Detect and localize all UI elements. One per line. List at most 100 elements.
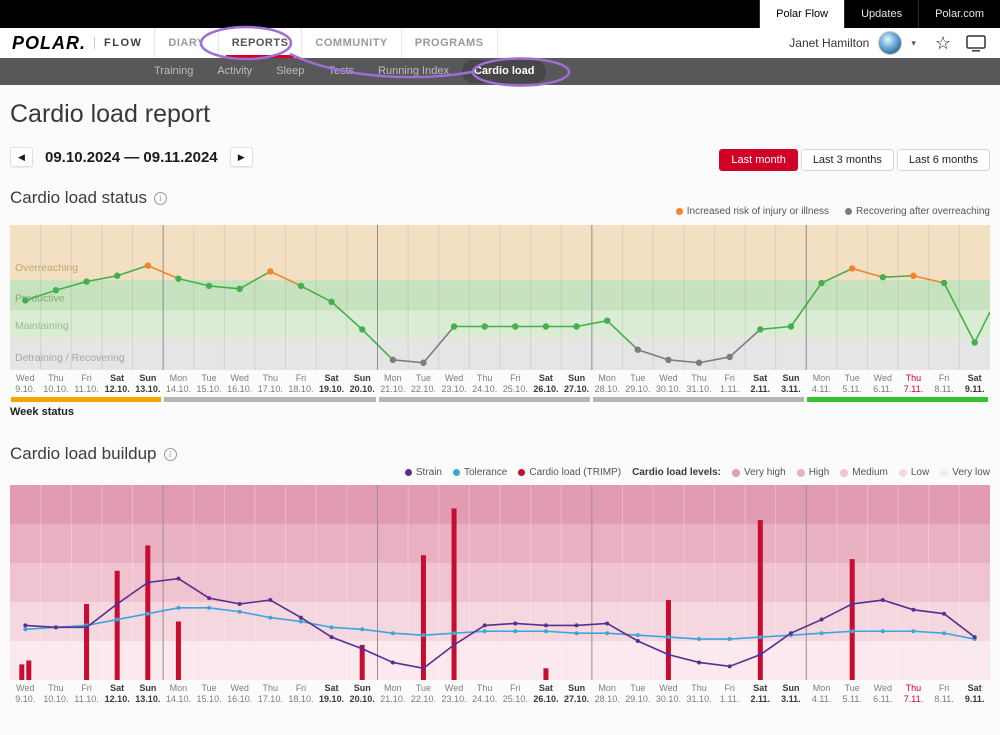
status-point — [788, 323, 794, 329]
display-icon[interactable] — [966, 35, 986, 52]
top-bar: Polar Flow Updates Polar.com — [0, 0, 1000, 28]
topbar-link-polar-flow[interactable]: Polar Flow — [759, 0, 844, 28]
strain-point — [758, 653, 762, 657]
legend-item-medium: Medium — [840, 467, 888, 478]
legend-item-high: High — [797, 467, 830, 478]
red-dot-icon — [518, 469, 525, 476]
legend-label: Very high — [744, 467, 786, 478]
status-point — [206, 283, 212, 289]
status-point — [236, 286, 242, 292]
x-axis-label: Tue29.10. — [623, 683, 654, 705]
prev-period-button[interactable]: ◀ — [10, 147, 33, 167]
chevron-down-icon[interactable]: ▾ — [911, 38, 916, 49]
x-axis-label: Thu24.10. — [469, 373, 500, 395]
x-axis-label: Tue22.10. — [408, 373, 439, 395]
avatar[interactable] — [878, 31, 902, 55]
legend-label: Low — [911, 467, 929, 478]
legend-label: Strain — [416, 467, 442, 478]
subnav-item-training[interactable]: Training — [143, 58, 204, 85]
subnav-item-tests[interactable]: Tests — [317, 58, 365, 85]
strain-point — [605, 621, 609, 625]
subnav-item-running-index[interactable]: Running Index — [367, 58, 460, 85]
legend-item-trimp: Cardio load (TRIMP) — [518, 467, 621, 478]
tolerance-point — [850, 629, 854, 633]
last-month-button[interactable]: Last month — [719, 149, 797, 171]
status-point — [512, 323, 518, 329]
last-6-months-button[interactable]: Last 6 months — [897, 149, 990, 171]
reports-subnav: Training Activity Sleep Tests Running In… — [0, 58, 1000, 85]
info-icon[interactable]: i — [164, 448, 177, 461]
x-axis-label: Thu24.10. — [469, 683, 500, 705]
tolerance-point — [544, 629, 548, 633]
legend-label: Tolerance — [464, 467, 507, 478]
info-icon[interactable]: i — [154, 192, 167, 205]
x-axis-label: Sat12.10. — [102, 373, 133, 395]
tolerance-point — [452, 631, 456, 635]
week-status-segment — [164, 397, 375, 402]
x-axis-label: Sun20.10. — [347, 683, 378, 705]
x-axis-label: Thu31.10. — [684, 373, 715, 395]
trimp-bar — [543, 668, 548, 680]
x-axis-label: Fri18.10. — [286, 683, 317, 705]
x-axis-label: Wed6.11. — [868, 683, 899, 705]
strain-point — [176, 577, 180, 581]
last-3-months-button[interactable]: Last 3 months — [801, 149, 894, 171]
x-axis-label: Wed23.10. — [439, 683, 470, 705]
status-legend: Increased risk of injury or illness Reco… — [676, 206, 990, 217]
strain-point — [697, 660, 701, 664]
x-axis-label: Fri18.10. — [286, 373, 317, 395]
status-point — [971, 339, 977, 345]
tolerance-point — [115, 618, 119, 622]
tolerance-point — [758, 635, 762, 639]
status-point — [818, 280, 824, 286]
x-axis-label: Mon21.10. — [378, 373, 409, 395]
x-axis-label: Fri8.11. — [929, 373, 960, 395]
cardio-load-levels-label: Cardio load levels: — [632, 467, 721, 478]
x-axis-label: Tue5.11. — [837, 373, 868, 395]
x-axis-label: Thu17.10. — [255, 373, 286, 395]
subnav-item-sleep[interactable]: Sleep — [265, 58, 315, 85]
x-axis-label: Tue15.10. — [194, 373, 225, 395]
status-point — [849, 265, 855, 271]
x-axis-label: Sat26.10. — [531, 683, 562, 705]
next-period-button[interactable]: ▶ — [230, 147, 253, 167]
x-axis-label: Wed23.10. — [439, 373, 470, 395]
strain-point — [268, 598, 272, 602]
trimp-bar — [19, 664, 24, 680]
buildup-chart-svg — [10, 485, 990, 680]
zone-label: Maintaining — [15, 320, 69, 332]
topbar-link-updates[interactable]: Updates — [844, 0, 918, 28]
nav-item-programs[interactable]: PROGRAMS — [401, 28, 498, 58]
trimp-bar — [421, 555, 426, 680]
status-point — [665, 357, 671, 363]
week-status-segment — [593, 397, 804, 402]
favorite-star-icon[interactable]: ☆ — [935, 34, 951, 52]
pink-dot-icon — [797, 469, 805, 477]
x-axis-label: Sun3.11. — [776, 683, 807, 705]
nav-item-community[interactable]: COMMUNITY — [301, 28, 400, 58]
pink-dot-icon — [732, 469, 740, 477]
nav-item-reports[interactable]: REPORTS — [218, 28, 302, 58]
user-name[interactable]: Janet Hamilton — [789, 36, 869, 50]
tolerance-point — [299, 620, 303, 624]
week-status-segment — [807, 397, 988, 402]
legend-item-tolerance: Tolerance — [453, 467, 507, 478]
tolerance-point — [330, 625, 334, 629]
topbar-link-polar-com[interactable]: Polar.com — [918, 0, 1000, 28]
strain-point — [666, 653, 670, 657]
x-axis-label: Mon4.11. — [806, 683, 837, 705]
polar-logo[interactable]: POLAR. — [12, 33, 86, 54]
buildup-section-title: Cardio load buildup — [10, 444, 157, 464]
cardio-load-buildup-chart — [10, 485, 990, 680]
week-status-segment — [11, 397, 161, 402]
x-axis-label: Fri1.11. — [714, 373, 745, 395]
subnav-item-activity[interactable]: Activity — [206, 58, 263, 85]
x-axis-label: Mon14.10. — [163, 683, 194, 705]
tolerance-point — [942, 631, 946, 635]
x-axis-label: Thu10.10. — [41, 683, 72, 705]
nav-item-diary[interactable]: DIARY — [154, 28, 217, 58]
week-status-label: Week status — [10, 406, 74, 418]
x-axis-label: Tue29.10. — [623, 373, 654, 395]
x-axis-label: Thu7.11. — [898, 373, 929, 395]
subnav-item-cardio-load[interactable]: Cardio load — [462, 60, 547, 83]
